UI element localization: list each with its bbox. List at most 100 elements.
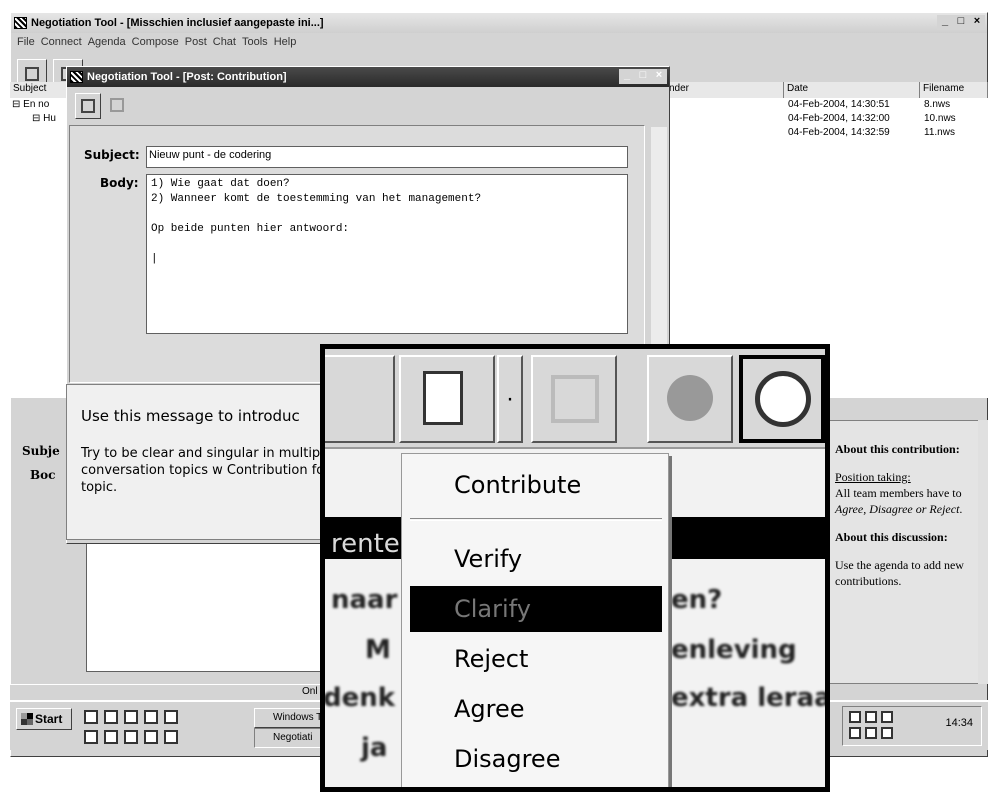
post-maximize-button[interactable]: □ <box>635 69 651 84</box>
app-icon <box>70 71 83 83</box>
quicklaunch-icon[interactable] <box>164 730 178 744</box>
stopwatch-icon <box>755 371 811 427</box>
tray-icon[interactable] <box>849 727 861 739</box>
close-button[interactable]: × <box>969 15 985 30</box>
about-panel: About this contribution: Position taking… <box>826 420 982 684</box>
minimize-button[interactable]: _ <box>937 15 953 30</box>
zoomed-timer-button[interactable] <box>739 355 825 443</box>
zoomed-window-button[interactable] <box>531 355 617 443</box>
maximize-button[interactable]: □ <box>953 15 969 30</box>
quicklaunch-icon[interactable] <box>104 730 118 744</box>
zoomed-contribute-button[interactable] <box>399 355 495 443</box>
column-filename[interactable]: Filename <box>920 82 988 98</box>
menu-help[interactable]: Help <box>274 33 297 51</box>
tray-icon[interactable] <box>881 727 893 739</box>
system-tray: 14:34 <box>842 706 982 746</box>
windows-logo-icon <box>21 713 33 725</box>
menu-post[interactable]: Post <box>185 33 207 51</box>
copy-button[interactable] <box>105 93 131 119</box>
tray-icon[interactable] <box>865 727 877 739</box>
dropdown-arrow-icon[interactable]: · <box>497 355 523 443</box>
tree-node-root[interactable]: ⊟ En no <box>12 98 49 112</box>
main-title: Negotiation Tool - [Misschien inclusief … <box>31 17 324 29</box>
tip-heading: Use this message to introduc <box>81 407 300 425</box>
subject-label: Subject: <box>84 148 140 162</box>
quicklaunch-icon[interactable] <box>84 710 98 724</box>
send-button[interactable] <box>75 93 101 119</box>
lower-subject-label: Subje <box>22 444 60 458</box>
menu-item-verify[interactable]: Verify <box>410 536 662 582</box>
menu-tools[interactable]: Tools <box>242 33 268 51</box>
document-icon <box>423 371 463 425</box>
about-text-discussion: Use the agenda to add new contributions. <box>835 558 964 588</box>
menu-compose[interactable]: Compose <box>132 33 179 51</box>
body-label: Body: <box>100 176 139 190</box>
zoomed-tree-button[interactable] <box>325 355 395 443</box>
lower-body-label: Boc <box>30 468 56 482</box>
quicklaunch-icon[interactable] <box>164 710 178 724</box>
about-heading-discussion: About this discussion: <box>835 530 948 544</box>
tray-icon[interactable] <box>849 711 861 723</box>
quicklaunch-icon[interactable] <box>124 730 138 744</box>
window-icon <box>551 375 599 423</box>
main-titlebar[interactable]: Negotiation Tool - [Misschien inclusief … <box>11 13 987 33</box>
quicklaunch-icon[interactable] <box>144 710 158 724</box>
post-minimize-button[interactable]: _ <box>619 69 635 84</box>
menu-agenda[interactable]: Agenda <box>88 33 126 51</box>
status-text: Onl <box>302 686 318 697</box>
column-date[interactable]: Date <box>784 82 920 98</box>
lower-body-field[interactable] <box>86 540 326 672</box>
download-icon <box>25 67 39 81</box>
list-item-date[interactable]: 04-Feb-2004, 14:30:51 <box>788 98 890 112</box>
quicklaunch-icon[interactable] <box>144 730 158 744</box>
about-heading-contribution: About this contribution: <box>835 442 960 456</box>
zoomed-bg-text: enleving <box>671 635 797 665</box>
zoomed-bg-text: naar <box>331 585 398 615</box>
tray-icon[interactable] <box>881 711 893 723</box>
menu-chat[interactable]: Chat <box>213 33 236 51</box>
post-close-button[interactable]: × <box>651 69 667 84</box>
tree-node-child[interactable]: ⊟ Hu <box>32 112 56 126</box>
about-scrollbar[interactable] <box>978 420 988 684</box>
app-icon <box>14 17 27 29</box>
menu-separator <box>410 518 662 521</box>
zoom-inset: · rente naar en? M enleving denk extra l… <box>320 344 830 792</box>
quicklaunch-icon[interactable] <box>104 710 118 724</box>
position-taking-link[interactable]: Position taking: <box>835 469 973 485</box>
post-titlebar[interactable]: Negotiation Tool - [Post: Contribution] … <box>67 67 669 87</box>
quicklaunch-icon[interactable] <box>84 730 98 744</box>
column-subject[interactable]: Subject <box>10 82 70 98</box>
zoomed-bg-text: en? <box>671 585 723 615</box>
start-button[interactable]: Start <box>16 708 72 730</box>
subject-input[interactable]: Nieuw punt - de codering <box>146 146 628 168</box>
copy-icon <box>110 98 124 112</box>
quicklaunch-icon[interactable] <box>124 710 138 724</box>
menu-item-clarify[interactable]: Clarify <box>410 586 662 632</box>
upload-icon <box>81 99 95 113</box>
list-item-filename[interactable]: 10.nws <box>924 112 956 126</box>
taskbar-item-negotiation[interactable]: Negotiati <box>254 728 324 748</box>
body-textarea[interactable]: 1) Wie gaat dat doen? 2) Wanneer komt de… <box>146 174 628 334</box>
list-item-date[interactable]: 04-Feb-2004, 14:32:00 <box>788 112 890 126</box>
menu-file[interactable]: File <box>17 33 35 51</box>
menu-item-agree[interactable]: Agree <box>410 686 662 732</box>
post-toolbar <box>75 93 131 119</box>
tray-icon[interactable] <box>865 711 877 723</box>
menu-item-disagree[interactable]: Disagree <box>410 736 662 782</box>
list-item-date[interactable]: 04-Feb-2004, 14:32:59 <box>788 126 890 140</box>
menu-connect[interactable]: Connect <box>41 33 82 51</box>
column-sender[interactable]: nder <box>666 82 784 98</box>
menu-item-reject[interactable]: Reject <box>410 636 662 682</box>
zoomed-chat-button[interactable] <box>647 355 733 443</box>
taskbar-item-windows[interactable]: Windows T <box>254 708 324 728</box>
clock: 14:34 <box>945 717 973 729</box>
zoomed-bg-text: M <box>365 635 391 665</box>
zoomed-bg-text: ja <box>361 733 388 763</box>
contribution-type-menu: Contribute Verify Clarify Reject Agree D… <box>401 453 669 787</box>
menu-item-contribute[interactable]: Contribute <box>410 462 662 508</box>
post-title: Negotiation Tool - [Post: Contribution] <box>87 71 287 83</box>
list-item-filename[interactable]: 11.nws <box>924 126 955 140</box>
zoomed-bg-text: rente <box>331 529 400 559</box>
zoomed-toolbar: · <box>325 349 825 449</box>
list-item-filename[interactable]: 8.nws <box>924 98 950 112</box>
